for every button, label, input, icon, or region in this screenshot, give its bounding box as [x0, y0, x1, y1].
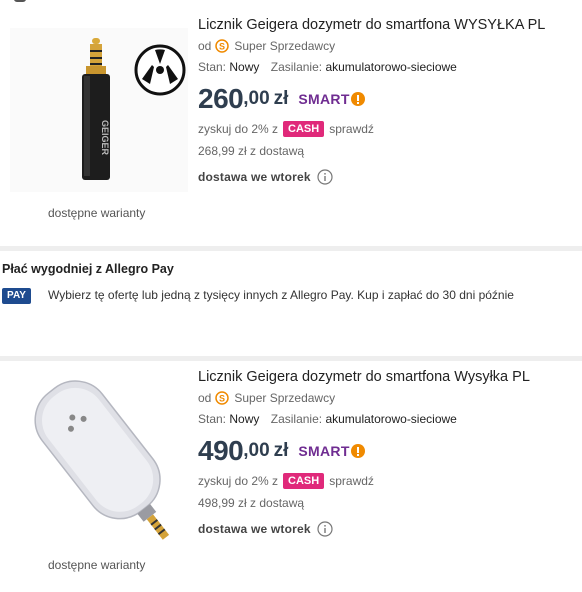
- smart-exclamation-icon: [350, 444, 365, 458]
- delivery-when: dostawa we wtorek: [198, 168, 582, 186]
- price-row: 260,00 zł SMART: [198, 82, 582, 116]
- previous-item-sliver: [0, 0, 582, 4]
- promo-text: Wybierz tę ofertę lub jedną z tysięcy in…: [48, 288, 514, 302]
- power-value: akumulatorowo-sieciowe: [325, 412, 457, 426]
- cash-badge: CASH: [283, 473, 325, 489]
- condition-value: Nowy: [229, 412, 260, 426]
- cash-check-link[interactable]: sprawdź: [329, 474, 374, 488]
- price-currency: zł: [273, 440, 289, 461]
- power-value: akumulatorowo-sieciowe: [325, 60, 457, 74]
- offer-card[interactable]: Licznik Geigera dozymetr do smartfona Wy…: [0, 360, 582, 592]
- offer-title[interactable]: Licznik Geigera dozymetr do smartfona Wy…: [198, 368, 582, 386]
- variants-link[interactable]: dostępne warianty: [48, 206, 145, 220]
- seller-row: od S Super Sprzedawcy: [198, 38, 582, 54]
- smart-badge: SMART: [298, 443, 365, 459]
- offer-params: Stan: Nowy Zasilanie: akumulatorowo-siec…: [198, 412, 582, 428]
- seller-name[interactable]: Super Sprzedawcy: [234, 391, 335, 405]
- delivery-price: 268,99 zł z dostawą: [198, 144, 305, 158]
- cash-badge: CASH: [283, 121, 325, 137]
- pay-badge: PAY: [2, 288, 31, 304]
- cash-prefix: zyskuj do 2% z: [198, 122, 279, 136]
- product-image[interactable]: GEIGER: [10, 28, 188, 192]
- cash-prefix: zyskuj do 2% z: [198, 474, 279, 488]
- seller-row: od S Super Sprzedawcy: [198, 390, 582, 406]
- cash-check-link[interactable]: sprawdź: [329, 122, 374, 136]
- offer-card[interactable]: GEIGER Licznik Geigera dozymetr do smart…: [0, 8, 582, 244]
- price-row: 490,00 zł SMART: [198, 434, 582, 468]
- super-seller-icon: S: [215, 39, 230, 53]
- seller-name[interactable]: Super Sprzedawcy: [234, 39, 335, 53]
- image-brand-text: GEIGER: [100, 120, 110, 156]
- info-icon[interactable]: [317, 521, 333, 537]
- section-divider: [0, 246, 582, 251]
- cash-row: zyskuj do 2% z CASH sprawdź: [198, 120, 582, 138]
- svg-text:S: S: [219, 42, 225, 52]
- price-main: 490: [198, 435, 244, 466]
- variants-link[interactable]: dostępne warianty: [48, 558, 145, 572]
- svg-text:S: S: [219, 394, 225, 404]
- price-main: 260: [198, 83, 244, 114]
- price-currency: zł: [273, 88, 289, 109]
- condition-label: Stan:: [198, 412, 227, 426]
- promo-title: Płać wygodniej z Allegro Pay: [2, 262, 174, 276]
- allegro-pay-promo: Płać wygodniej z Allegro Pay PAY Wybierz…: [0, 258, 582, 310]
- smart-exclamation-icon: [350, 92, 365, 106]
- power-label: Zasilanie:: [270, 60, 323, 74]
- smart-label: SMART: [298, 443, 350, 459]
- price-fraction: ,00: [243, 88, 270, 109]
- price-fraction: ,00: [243, 440, 270, 461]
- info-icon[interactable]: [317, 169, 333, 185]
- seller-prefix: od: [198, 39, 212, 53]
- delivery-price: 498,99 zł z dostawą: [198, 496, 305, 510]
- delivery-when-label: dostawa we wtorek: [198, 170, 311, 184]
- seller-prefix: od: [198, 391, 212, 405]
- condition-label: Stan:: [198, 60, 227, 74]
- cash-row: zyskuj do 2% z CASH sprawdź: [198, 472, 582, 490]
- power-label: Zasilanie:: [270, 412, 323, 426]
- super-seller-icon: S: [215, 391, 230, 405]
- delivery-when-label: dostawa we wtorek: [198, 522, 311, 536]
- smart-label: SMART: [298, 91, 350, 107]
- smart-badge: SMART: [298, 91, 365, 107]
- delivery-when: dostawa we wtorek: [198, 520, 582, 538]
- offer-params: Stan: Nowy Zasilanie: akumulatorowo-siec…: [198, 60, 582, 76]
- condition-value: Nowy: [229, 60, 260, 74]
- offer-title[interactable]: Licznik Geigera dozymetr do smartfona WY…: [198, 16, 582, 34]
- product-image[interactable]: [10, 380, 188, 544]
